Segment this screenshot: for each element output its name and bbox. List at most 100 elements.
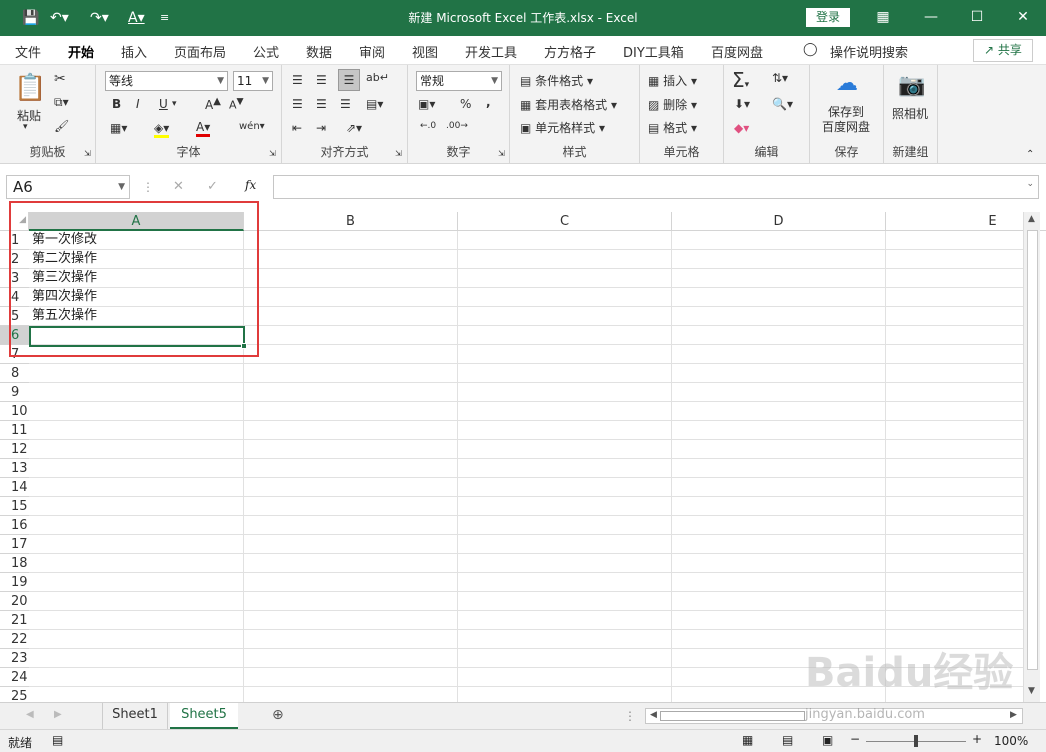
cell-e11[interactable] [886,421,1046,439]
cell-d10[interactable] [672,402,886,420]
cell-e16[interactable] [886,516,1046,534]
cell-b24[interactable] [244,668,458,686]
cell-a23[interactable] [29,649,244,667]
scroll-left-icon[interactable]: ◀ [650,710,657,720]
cell-b2[interactable] [244,250,458,268]
cell-a19[interactable] [29,573,244,591]
cell-e10[interactable] [886,402,1046,420]
cell-a3[interactable]: 第三次操作 [29,269,244,287]
cell-a18[interactable] [29,554,244,572]
cell-d21[interactable] [672,611,886,629]
cell-d16[interactable] [672,516,886,534]
expand-formula-icon[interactable]: ⌄ [1026,179,1034,189]
fill-color-icon[interactable]: ◈▾ [154,121,170,138]
cell-c20[interactable] [458,592,672,610]
cell-b23[interactable] [244,649,458,667]
maximize-icon[interactable]: ☐ [966,6,988,28]
format-painter-icon[interactable]: 🖌 [54,119,69,133]
cell-c9[interactable] [458,383,672,401]
cell-a4[interactable]: 第四次操作 [29,288,244,306]
row-header-11[interactable]: 11 [0,421,29,440]
cell-d14[interactable] [672,478,886,496]
comma-style-icon[interactable]: , [486,95,491,109]
cell-b13[interactable] [244,459,458,477]
cell-c6[interactable] [458,326,672,344]
row-header-17[interactable]: 17 [0,535,29,554]
share-button[interactable]: ↗ 共享 [973,39,1033,62]
row-header-21[interactable]: 21 [0,611,29,630]
normal-view-icon[interactable]: ▦ [742,733,753,747]
tab-view[interactable]: 视图 [412,42,438,61]
page-break-view-icon[interactable]: ▣ [822,733,833,747]
cell-d5[interactable] [672,307,886,325]
paste-button[interactable]: 粘贴 [17,107,41,124]
row-header-16[interactable]: 16 [0,516,29,535]
name-box[interactable]: A6 ▼ [6,175,130,199]
tab-home[interactable]: 开始 [68,42,95,67]
sheet-tab-sheet5[interactable]: Sheet5 [170,703,238,729]
close-icon[interactable]: ✕ [1012,6,1034,28]
column-header-e[interactable]: E [886,212,1046,231]
cell-c8[interactable] [458,364,672,382]
wrap-text-icon[interactable]: ab↵ [366,71,389,84]
enter-icon[interactable]: ✓ [207,179,218,194]
cell-e12[interactable] [886,440,1046,458]
row-header-12[interactable]: 12 [0,440,29,459]
cell-e2[interactable] [886,250,1046,268]
cell-e15[interactable] [886,497,1046,515]
cell-d20[interactable] [672,592,886,610]
cell-b15[interactable] [244,497,458,515]
conditional-format-button[interactable]: ▤ 条件格式 ▾ [520,72,593,89]
cell-c4[interactable] [458,288,672,306]
tab-insert[interactable]: 插入 [121,42,147,61]
cell-e21[interactable] [886,611,1046,629]
number-format-select[interactable]: 常规 ▼ [416,71,502,91]
vertical-scrollbar[interactable]: ▲ ▼ [1023,212,1040,702]
sheet-tab-sheet1[interactable]: Sheet1 [102,703,168,729]
fill-handle[interactable] [241,343,247,349]
row-header-7[interactable]: 7 [0,345,29,364]
cell-b10[interactable] [244,402,458,420]
cell-a20[interactable] [29,592,244,610]
cell-e18[interactable] [886,554,1046,572]
cell-c13[interactable] [458,459,672,477]
cell-c7[interactable] [458,345,672,363]
number-launcher-icon[interactable]: ⇲ [498,149,505,158]
cell-d3[interactable] [672,269,886,287]
cell-b14[interactable] [244,478,458,496]
page-layout-view-icon[interactable]: ▤ [782,733,793,747]
row-header-22[interactable]: 22 [0,630,29,649]
cell-d18[interactable] [672,554,886,572]
cut-icon[interactable]: ✂ [54,71,66,87]
cell-a21[interactable] [29,611,244,629]
accounting-format-icon[interactable]: ▣▾ [418,97,435,111]
cell-d1[interactable] [672,231,886,249]
row-header-1[interactable]: 1 [0,231,29,250]
cell-a17[interactable] [29,535,244,553]
column-header-d[interactable]: D [672,212,886,231]
alignment-launcher-icon[interactable]: ⇲ [395,149,402,158]
cell-e4[interactable] [886,288,1046,306]
cell-e5[interactable] [886,307,1046,325]
zoom-in-icon[interactable]: + [972,732,982,746]
row-header-10[interactable]: 10 [0,402,29,421]
align-bottom-icon[interactable]: ☰ [338,69,360,91]
zoom-level[interactable]: 100% [994,734,1028,748]
row-header-5[interactable]: 5 [0,307,29,326]
cell-c24[interactable] [458,668,672,686]
cell-c19[interactable] [458,573,672,591]
cell-d9[interactable] [672,383,886,401]
cell-d2[interactable] [672,250,886,268]
cell-b12[interactable] [244,440,458,458]
cell-a7[interactable] [29,345,244,363]
cell-e8[interactable] [886,364,1046,382]
cell-b3[interactable] [244,269,458,287]
increase-indent-icon[interactable]: ⇥ [316,121,326,135]
namebox-dropdown-icon[interactable]: ▼ [118,176,125,198]
new-sheet-icon[interactable]: ⊕ [272,707,284,723]
font-color-icon[interactable]: A▾ [196,120,211,137]
camera-button[interactable]: 照相机 [892,105,928,122]
cell-d11[interactable] [672,421,886,439]
row-header-9[interactable]: 9 [0,383,29,402]
align-left-icon[interactable]: ☰ [292,97,303,111]
